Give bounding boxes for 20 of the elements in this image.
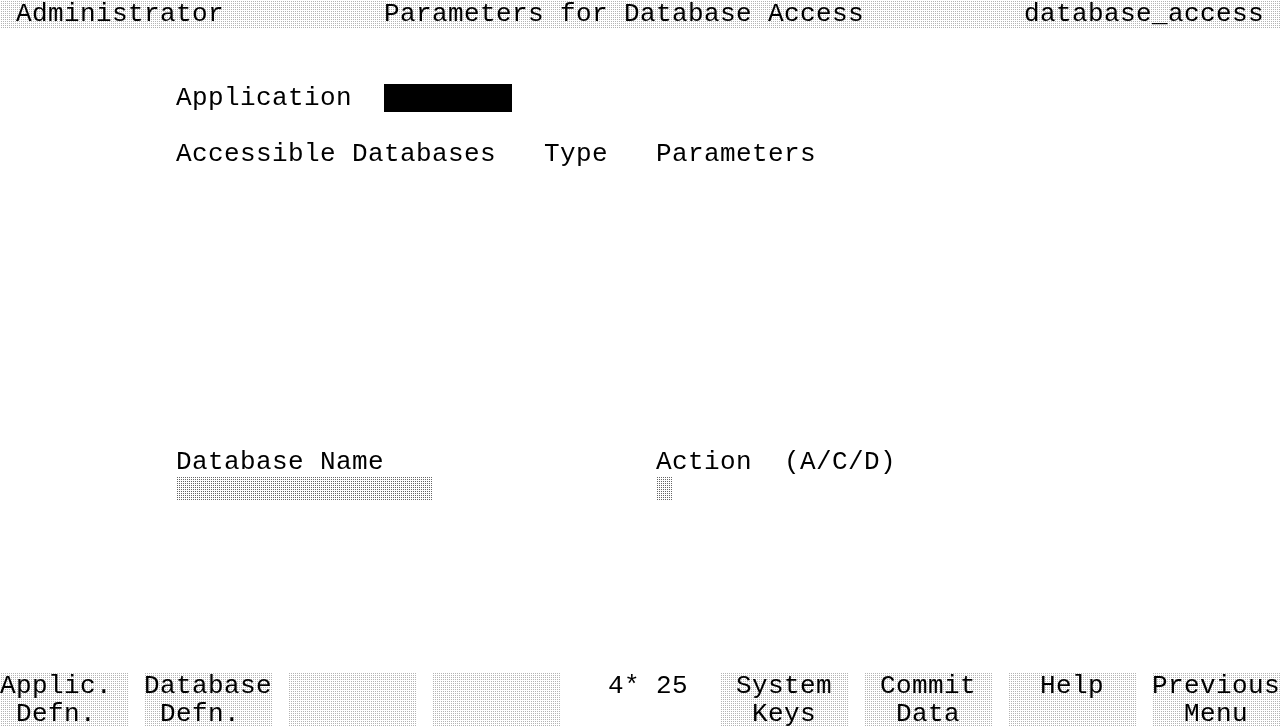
form-name-label: database_access (1024, 0, 1265, 28)
input-field[interactable] (176, 476, 432, 500)
function-key[interactable]: Commit Data (864, 672, 992, 726)
field-label: Action (656, 448, 752, 476)
column-header: Parameters (656, 140, 817, 168)
function-key[interactable]: System Keys (720, 672, 848, 726)
action-hint: (A/C/D) (784, 448, 897, 476)
field-label: Application (176, 84, 353, 112)
function-key[interactable]: Database Defn. (144, 672, 272, 726)
input-field[interactable] (384, 84, 512, 112)
column-header: Type (544, 140, 608, 168)
input-field[interactable] (656, 476, 672, 500)
user-role-label: Administrator (16, 0, 225, 28)
screen-title: Parameters for Database Access (384, 0, 865, 28)
function-key[interactable]: Previous Menu (1152, 672, 1280, 726)
record-position-indicator: 4* 25 (608, 672, 688, 700)
field-label: Database Name (176, 448, 385, 476)
function-key[interactable]: Applic. Defn. (0, 672, 128, 726)
function-key[interactable]: Help (1008, 672, 1136, 726)
column-header: Accessible Databases (176, 140, 497, 168)
